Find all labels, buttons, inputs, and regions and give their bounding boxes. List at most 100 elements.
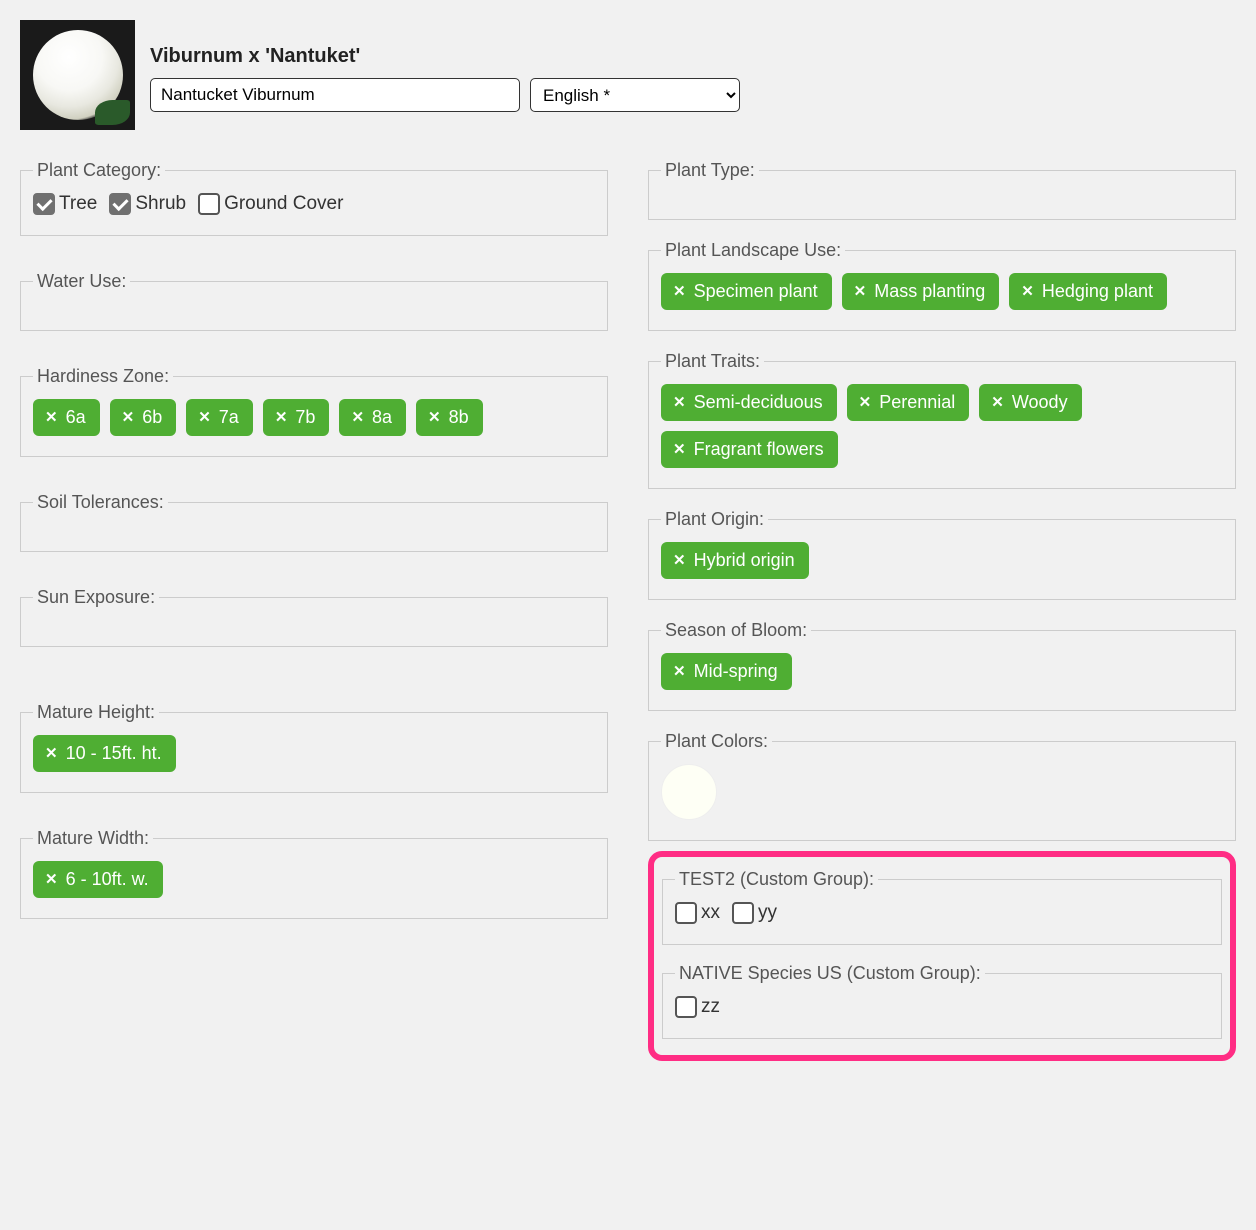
plant-trait-tag[interactable]: ✕ Perennial [847,384,970,421]
plant-category-option[interactable]: Shrub [109,193,186,215]
remove-icon[interactable]: ✕ [275,410,288,425]
hardiness-zone-tag-label: 6b [142,407,162,428]
soil-tolerances-fieldset: Soil Tolerances: [20,492,608,552]
custom-groups-highlight: TEST2 (Custom Group): xxyy NATIVE Specie… [648,851,1236,1061]
plant-origin-tag-label: Hybrid origin [694,550,795,571]
plant-category-option[interactable]: Tree [33,193,97,215]
plant-origin-fieldset: Plant Origin: ✕ Hybrid origin [648,509,1236,600]
plant-traits-legend: Plant Traits: [661,351,764,372]
hardiness-zone-tag-label: 8b [449,407,469,428]
plant-trait-tag-label: Woody [1012,392,1068,413]
native-label: zz [701,996,720,1018]
water-use-fieldset: Water Use: [20,271,608,331]
plant-category-checkbox[interactable] [109,193,131,215]
test2-option[interactable]: yy [732,902,777,924]
remove-icon[interactable]: ✕ [673,284,686,299]
season-of-bloom-fieldset: Season of Bloom: ✕ Mid-spring [648,620,1236,711]
native-option[interactable]: zz [675,996,720,1018]
hardiness-zone-tag-label: 7b [295,407,315,428]
plant-trait-tag-label: Perennial [879,392,955,413]
plant-trait-tag[interactable]: ✕ Fragrant flowers [661,431,838,468]
landscape-use-tag-label: Mass planting [874,281,985,302]
hardiness-zone-legend: Hardiness Zone: [33,366,173,387]
hardiness-zone-tag[interactable]: ✕ 7a [186,399,253,436]
hardiness-zone-tag[interactable]: ✕ 7b [263,399,330,436]
plant-thumbnail[interactable] [20,20,135,130]
plant-type-fieldset: Plant Type: [648,160,1236,220]
mature-width-tag-label: 6 - 10ft. w. [66,869,149,890]
plant-origin-tag[interactable]: ✕ Hybrid origin [661,542,809,579]
water-use-legend: Water Use: [33,271,130,292]
remove-icon[interactable]: ✕ [1021,284,1034,299]
mature-height-fieldset: Mature Height: ✕10 - 15ft. ht. [20,702,608,793]
test2-checkbox[interactable] [732,902,754,924]
plant-trait-tag-label: Fragrant flowers [694,439,824,460]
thumbnail-leaf [95,100,130,125]
custom-test2-fieldset: TEST2 (Custom Group): xxyy [662,869,1222,945]
landscape-use-tag-label: Hedging plant [1042,281,1153,302]
test2-checkbox[interactable] [675,902,697,924]
custom-test2-legend: TEST2 (Custom Group): [675,869,878,890]
mature-width-legend: Mature Width: [33,828,153,849]
hardiness-zone-tag-label: 7a [219,407,239,428]
season-bloom-tag-label: Mid-spring [694,661,778,682]
plant-landscape-use-legend: Plant Landscape Use: [661,240,845,261]
hardiness-zone-tag-label: 8a [372,407,392,428]
landscape-use-tag-label: Specimen plant [694,281,818,302]
remove-icon[interactable]: ✕ [991,395,1004,410]
plant-category-label: Shrub [135,193,186,215]
mature-width-fieldset: Mature Width: ✕ 6 - 10ft. w. [20,828,608,919]
remove-icon[interactable]: ✕ [673,553,686,568]
plant-colors-fieldset: Plant Colors: [648,731,1236,841]
remove-icon[interactable]: ✕ [351,410,364,425]
remove-icon[interactable]: ✕ [859,395,872,410]
remove-icon[interactable]: ✕ [45,746,58,761]
custom-native-legend: NATIVE Species US (Custom Group): [675,963,985,984]
hardiness-zone-tag[interactable]: ✕ 6a [33,399,100,436]
test2-label: xx [701,902,720,924]
plant-traits-fieldset: Plant Traits: ✕Semi-deciduous✕Perennial✕… [648,351,1236,489]
mature-width-tag[interactable]: ✕ 6 - 10ft. w. [33,861,163,898]
sun-exposure-legend: Sun Exposure: [33,587,159,608]
plant-category-fieldset: Plant Category: TreeShrubGround Cover [20,160,608,236]
hardiness-zone-fieldset: Hardiness Zone: ✕ 6a ✕ 6b ✕ 7a ✕ 7b ✕ 8a ✕ 8b [20,366,608,457]
landscape-use-tag[interactable]: ✕ Hedging plant [1009,273,1167,310]
landscape-use-tag[interactable]: ✕ Specimen plant [661,273,832,310]
remove-icon[interactable]: ✕ [854,284,867,299]
remove-icon[interactable]: ✕ [428,410,441,425]
remove-icon[interactable]: ✕ [122,410,135,425]
remove-icon[interactable]: ✕ [673,395,686,410]
plant-trait-tag-label: Semi-deciduous [694,392,823,413]
plant-category-label: Tree [59,193,97,215]
plant-category-checkbox[interactable] [33,193,55,215]
mature-height-tag[interactable]: ✕10 - 15ft. ht. [33,735,176,772]
mature-height-legend: Mature Height: [33,702,159,723]
hardiness-zone-tag[interactable]: ✕ 8b [416,399,483,436]
test2-option[interactable]: xx [675,902,720,924]
color-swatch[interactable] [661,764,717,820]
remove-icon[interactable]: ✕ [673,664,686,679]
remove-icon[interactable]: ✕ [673,442,686,457]
plant-category-option[interactable]: Ground Cover [198,193,343,215]
remove-icon[interactable]: ✕ [45,410,58,425]
common-name-input[interactable] [150,78,520,112]
hardiness-zone-tag-label: 6a [66,407,86,428]
season-bloom-tag[interactable]: ✕ Mid-spring [661,653,792,690]
plant-origin-legend: Plant Origin: [661,509,768,530]
plant-trait-tag[interactable]: ✕ Semi-deciduous [661,384,837,421]
remove-icon[interactable]: ✕ [45,872,58,887]
language-select[interactable]: English * [530,78,740,112]
soil-tolerances-legend: Soil Tolerances: [33,492,168,513]
plant-type-legend: Plant Type: [661,160,759,181]
native-checkbox[interactable] [675,996,697,1018]
plant-category-checkbox[interactable] [198,193,220,215]
hardiness-zone-tag[interactable]: ✕ 6b [110,399,177,436]
season-of-bloom-legend: Season of Bloom: [661,620,811,641]
sun-exposure-fieldset: Sun Exposure: [20,587,608,647]
hardiness-zone-tag[interactable]: ✕ 8a [339,399,406,436]
custom-native-fieldset: NATIVE Species US (Custom Group): zz [662,963,1222,1039]
landscape-use-tag[interactable]: ✕ Mass planting [842,273,1000,310]
plant-title: Viburnum x 'Nantuket' [150,45,1236,68]
plant-trait-tag[interactable]: ✕ Woody [979,384,1081,421]
remove-icon[interactable]: ✕ [198,410,211,425]
